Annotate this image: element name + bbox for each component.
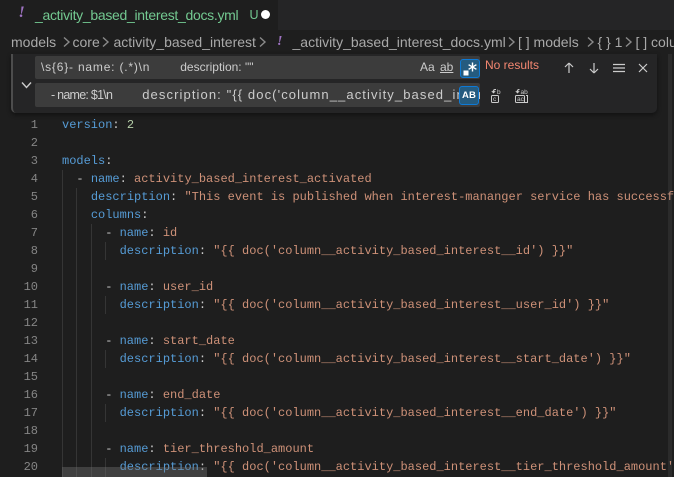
svg-text:ac: ac <box>517 96 525 103</box>
svg-text:b: b <box>497 89 501 96</box>
svg-text:ab: ab <box>521 89 529 96</box>
svg-text:c: c <box>493 96 497 103</box>
